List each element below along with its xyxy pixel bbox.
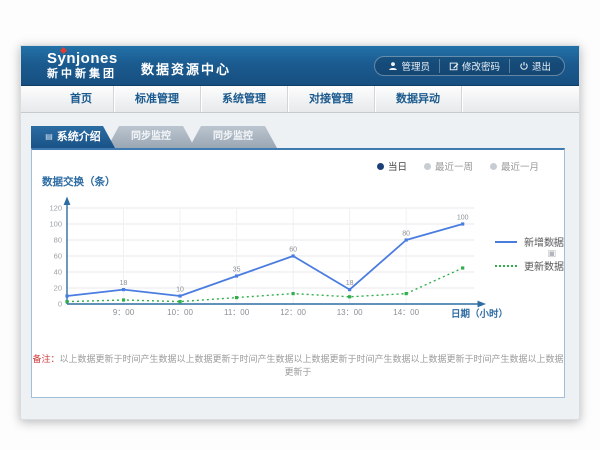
radio-last-week-label: 最近一周	[435, 159, 473, 173]
svg-text:35: 35	[233, 267, 241, 274]
time-range-filter: 当日 最近一周 最近一月	[377, 159, 539, 173]
user-account-button[interactable]: 管理员	[379, 59, 439, 73]
radio-last-month[interactable]: 最近一月	[490, 159, 539, 173]
footnote-text: 以上数据更新于时间产生数据以上数据更新于时间产生数据以上数据更新于时间产生数据以…	[60, 354, 564, 377]
header-bar: Synjones 新中新集团 数据资源中心 管理员 修改密码 退出	[21, 46, 579, 86]
svg-text:80: 80	[54, 236, 62, 245]
logout-button[interactable]: 退出	[509, 59, 560, 73]
chart-toolbox: ▤ ▣	[547, 236, 556, 258]
edit-icon	[449, 61, 459, 71]
document-icon: ▤	[45, 132, 53, 142]
legend-item-update-data: 更新数据	[495, 258, 564, 273]
chart-y-axis-title: 数据交换（条）	[42, 174, 116, 189]
radio-last-week[interactable]: 最近一周	[424, 159, 473, 173]
logo-text: Synjones	[47, 50, 118, 67]
svg-text:10: 10	[176, 287, 184, 294]
svg-text:13：00: 13：00	[337, 308, 363, 317]
app-window: Synjones 新中新集团 数据资源中心 管理员 修改密码 退出 首页 标准管…	[20, 45, 580, 420]
chart-panel: 当日 最近一周 最近一月 数据交换（条） 0 20 40 60 80 100 120 9：00…	[31, 148, 565, 398]
legend-label-update-data: 更新数据	[524, 258, 564, 273]
tab-bar: ▤ 系统介绍 同步监控 同步监控	[31, 126, 277, 148]
svg-text:100: 100	[457, 215, 469, 222]
footnote: 备注：以上数据更新于时间产生数据以上数据更新于时间产生数据以上数据更新于时间产生…	[32, 352, 564, 378]
legend-label-new-data: 新增数据	[524, 234, 564, 249]
nav-item-standard-mgmt[interactable]: 标准管理	[114, 86, 201, 112]
user-icon	[388, 61, 398, 71]
tab-system-intro-label: 系统介绍	[57, 126, 101, 148]
tab-system-intro[interactable]: ▤ 系统介绍	[31, 126, 115, 148]
svg-text:9：00: 9：00	[113, 308, 135, 317]
svg-text:日期（小时）: 日期（小时）	[451, 308, 508, 320]
radio-dot-icon	[377, 163, 384, 170]
user-toolbar: 管理员 修改密码 退出	[374, 56, 565, 76]
logo-subtext: 新中新集团	[47, 67, 118, 81]
line-chart: 0 20 40 60 80 100 120 9：00 10：00 11：00 12：00 13：00 1…	[42, 190, 512, 325]
tab-sync-monitor-2[interactable]: 同步监控	[189, 126, 277, 148]
svg-text:80: 80	[402, 231, 410, 238]
radio-dot-icon	[424, 163, 431, 170]
solid-line-icon	[495, 241, 517, 243]
svg-text:60: 60	[54, 252, 62, 261]
nav-item-home[interactable]: 首页	[49, 86, 114, 112]
nav-item-data-change[interactable]: 数据异动	[375, 86, 462, 112]
tab-sync-monitor-1[interactable]: 同步监控	[107, 126, 195, 148]
change-password-button[interactable]: 修改密码	[439, 59, 509, 73]
power-icon	[519, 61, 529, 71]
radio-today-label: 当日	[388, 159, 407, 173]
svg-text:40: 40	[54, 268, 62, 277]
svg-text:18: 18	[120, 280, 128, 287]
company-logo[interactable]: Synjones 新中新集团	[47, 50, 118, 81]
radio-last-month-label: 最近一月	[501, 159, 539, 173]
user-name: 管理员	[401, 59, 430, 73]
nav-item-system-mgmt[interactable]: 系统管理	[201, 86, 288, 112]
nav-item-interface-mgmt[interactable]: 对接管理	[288, 86, 375, 112]
footnote-prefix: 备注：	[32, 354, 59, 364]
svg-text:100: 100	[49, 220, 62, 229]
svg-text:14：00: 14：00	[393, 308, 419, 317]
radio-dot-icon	[490, 163, 497, 170]
svg-text:120: 120	[49, 204, 62, 213]
main-nav: 首页 标准管理 系统管理 对接管理 数据异动	[21, 86, 579, 113]
content-area: ▤ 系统介绍 同步监控 同步监控 当日 最近一周 最近一月	[21, 113, 579, 419]
svg-text:20: 20	[54, 284, 62, 293]
svg-text:12：00: 12：00	[280, 308, 306, 317]
svg-text:0: 0	[58, 300, 62, 309]
line-chart-svg: 0 20 40 60 80 100 120 9：00 10：00 11：00 12：00 13：00 1…	[42, 190, 512, 325]
logout-label: 退出	[532, 59, 551, 73]
svg-text:60: 60	[289, 247, 297, 254]
toolbox-dataview-icon[interactable]: ▤	[547, 236, 556, 246]
svg-text:11：00: 11：00	[224, 308, 250, 317]
radio-today[interactable]: 当日	[377, 159, 407, 173]
dotted-line-icon	[495, 265, 517, 267]
page-title: 数据资源中心	[141, 59, 231, 78]
toolbox-save-icon[interactable]: ▣	[547, 248, 556, 258]
svg-text:18: 18	[346, 280, 354, 287]
change-password-label: 修改密码	[462, 59, 500, 73]
svg-text:10：00: 10：00	[167, 308, 193, 317]
